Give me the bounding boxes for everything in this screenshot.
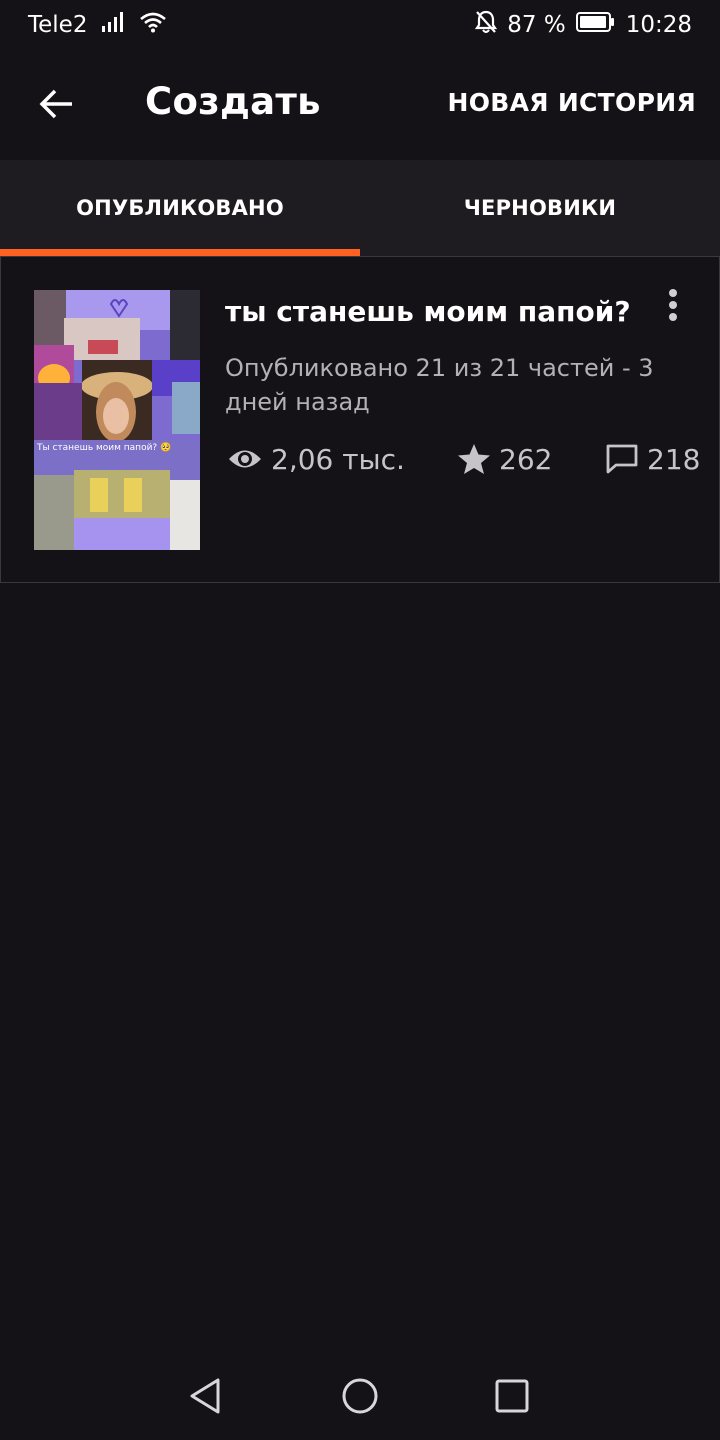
votes-stat: 262 — [457, 439, 552, 479]
star-icon — [458, 444, 490, 474]
views-count: 2,06 тыс. — [271, 442, 405, 476]
tab-published[interactable]: ОПУБЛИКОВАНО — [0, 160, 360, 256]
status-right: 87 % 10:28 — [475, 10, 692, 40]
story-card[interactable]: Ты станешь моим папой? 🥺 ты станешь моим… — [0, 256, 720, 583]
wifi-icon — [139, 11, 167, 39]
notifications-off-icon — [475, 10, 498, 40]
arrow-left-icon — [39, 89, 72, 119]
tab-drafts-label: ЧЕРНОВИКИ — [463, 196, 617, 220]
tab-drafts[interactable]: ЧЕРНОВИКИ — [360, 160, 720, 256]
nav-home-button[interactable] — [340, 1376, 380, 1416]
tab-bar: ОПУБЛИКОВАНО ЧЕРНОВИКИ — [0, 160, 720, 256]
more-vertical-icon — [669, 289, 677, 321]
triangle-back-icon — [190, 1378, 220, 1414]
eye-icon — [229, 450, 261, 468]
comments-stat: 218 — [605, 439, 700, 479]
tab-active-indicator — [0, 249, 360, 256]
votes-count: 262 — [499, 442, 553, 476]
system-nav-bar — [0, 1350, 720, 1440]
carrier-name: Tele2 — [28, 12, 88, 38]
views-stat: 2,06 тыс. — [227, 439, 405, 479]
tab-published-label: ОПУБЛИКОВАНО — [76, 196, 284, 220]
square-recents-icon — [495, 1379, 529, 1413]
page-title: Создать — [145, 80, 321, 123]
publish-status: Опубликовано 21 из 21 частей - 3 дней на… — [225, 351, 695, 419]
publish-status-line-2: дней назад — [225, 388, 370, 416]
cover-caption: Ты станешь моим папой? 🥺 — [36, 442, 171, 453]
comments-count: 218 — [647, 442, 701, 476]
publish-status-line-1: Опубликовано 21 из 21 частей - 3 — [225, 354, 654, 382]
battery-icon — [575, 11, 616, 39]
story-stats: 2,06 тыс. 262 218 — [227, 439, 707, 479]
back-button[interactable] — [30, 78, 82, 130]
status-left: Tele2 — [28, 11, 167, 39]
nav-recents-button[interactable] — [492, 1376, 532, 1416]
story-title[interactable]: ты станешь моим папой? — [225, 295, 631, 328]
clock: 10:28 — [625, 12, 692, 38]
more-options-button[interactable] — [655, 285, 691, 325]
screen: Tele2 87 % 10:28 Создать НОВАЯ ИСТОРИЯ О… — [0, 0, 720, 1440]
circle-home-icon — [342, 1378, 378, 1414]
signal-icon — [101, 11, 125, 39]
battery-percent: 87 % — [507, 12, 566, 38]
new-story-button[interactable]: НОВАЯ ИСТОРИЯ — [447, 88, 696, 117]
app-bar: Создать НОВАЯ ИСТОРИЯ — [0, 50, 720, 160]
nav-back-button[interactable] — [186, 1376, 226, 1416]
story-cover-image[interactable]: Ты станешь моим папой? 🥺 — [34, 290, 200, 550]
comment-icon — [606, 444, 638, 474]
status-bar: Tele2 87 % 10:28 — [0, 0, 720, 50]
